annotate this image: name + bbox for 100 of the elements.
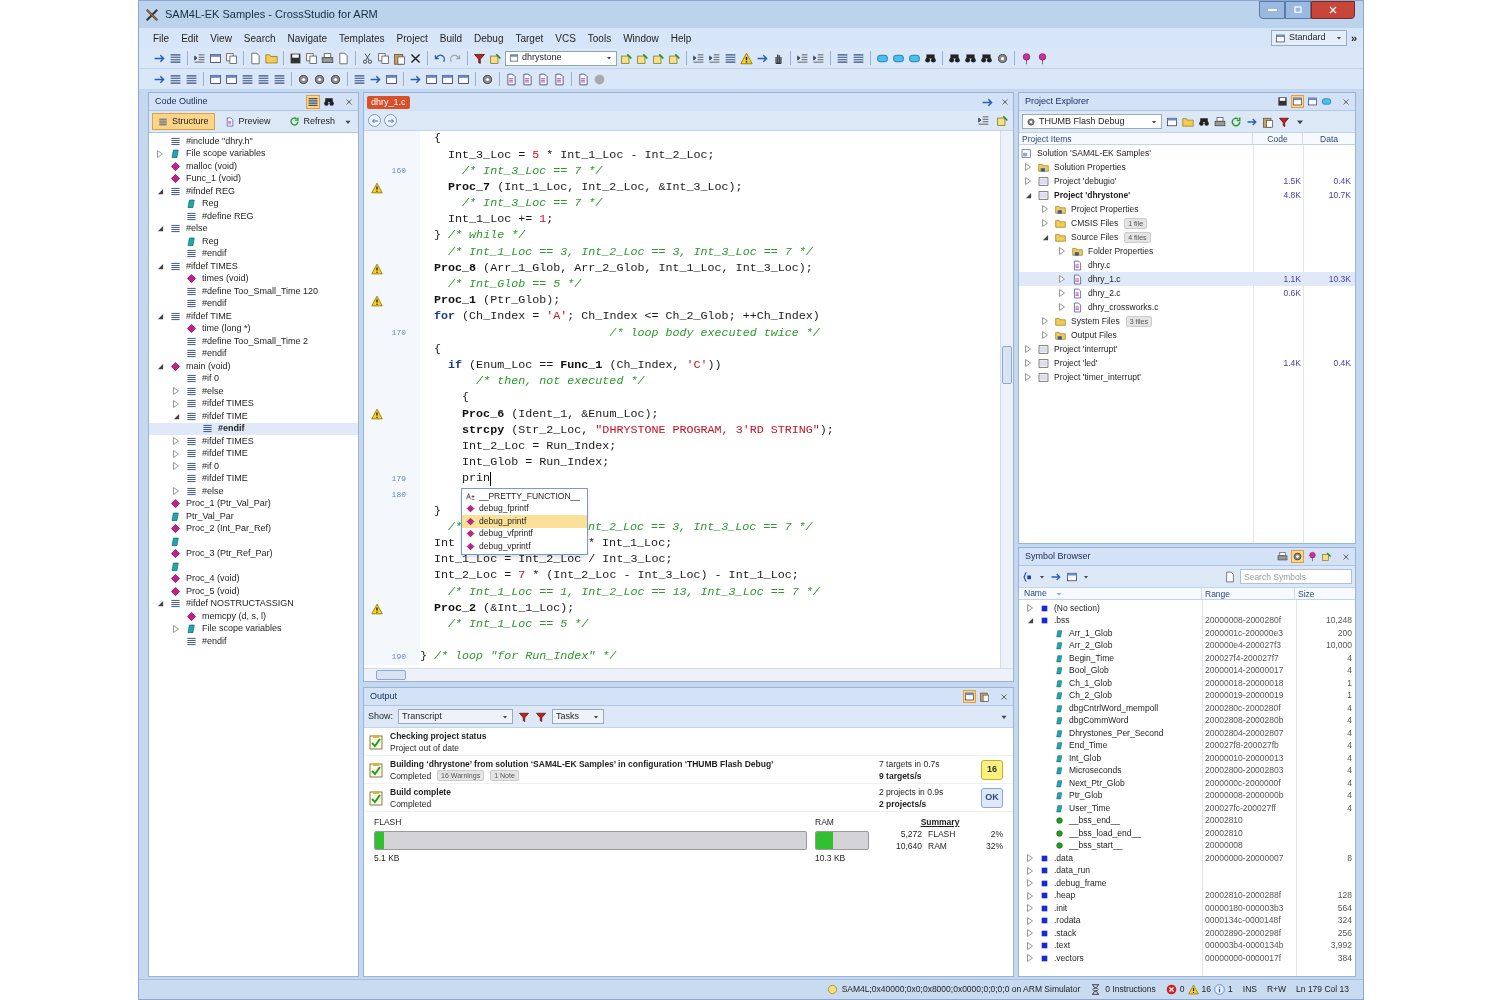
outline-item[interactable]: Reg bbox=[149, 197, 358, 210]
lines-icon[interactable] bbox=[169, 51, 182, 65]
collapsed-arrow-icon[interactable] bbox=[1027, 954, 1033, 963]
menu-item[interactable]: Search bbox=[237, 30, 282, 46]
window-icon[interactable] bbox=[1307, 96, 1318, 107]
outline-item[interactable]: Proc_5 (void) bbox=[149, 585, 358, 598]
collapsed-arrow-icon[interactable] bbox=[1025, 177, 1031, 185]
copy-icon[interactable] bbox=[305, 51, 318, 65]
expanded-arrow-icon[interactable] bbox=[156, 600, 164, 608]
symbol-row[interactable]: Bool_Glob 20000014-20000017 4 bbox=[1019, 664, 1355, 677]
window-icon[interactable] bbox=[209, 72, 222, 86]
menu-item[interactable]: File bbox=[147, 30, 176, 46]
page-icon[interactable] bbox=[577, 72, 590, 86]
binoculars-icon[interactable] bbox=[323, 95, 335, 108]
expanded-arrow-icon[interactable] bbox=[156, 262, 164, 270]
symbol-row[interactable]: Ch_1_Glob 20000018-20000018 1 bbox=[1019, 677, 1355, 690]
symbol-row[interactable]: .text 000003b4-0000134b 3,992 bbox=[1019, 939, 1355, 952]
symbol-row[interactable]: .data_run bbox=[1019, 864, 1355, 877]
collapsed-arrow-icon[interactable] bbox=[1027, 941, 1033, 950]
collapsed-arrow-icon[interactable] bbox=[1027, 929, 1033, 938]
indent-icon[interactable] bbox=[692, 51, 705, 65]
pin-icon[interactable] bbox=[1307, 551, 1318, 562]
menu-item[interactable]: Edit bbox=[175, 30, 205, 46]
expanded-arrow-icon[interactable] bbox=[156, 312, 164, 320]
column-header[interactable]: Project Items bbox=[1019, 133, 1253, 144]
collapsed-arrow-icon[interactable] bbox=[173, 624, 179, 633]
collapsed-arrow-icon[interactable] bbox=[173, 437, 179, 446]
outline-item[interactable]: Proc_4 (void) bbox=[149, 572, 358, 585]
collapsed-arrow-icon[interactable] bbox=[157, 149, 163, 158]
symbol-row[interactable]: .init 00000180-000003b3 564 bbox=[1019, 902, 1355, 915]
print-icon[interactable] bbox=[1214, 115, 1226, 128]
symbol-row[interactable]: Ch_2_Glob 20000019-20000019 1 bbox=[1019, 689, 1355, 702]
outline-item[interactable]: time (long *) bbox=[149, 322, 358, 335]
column-header[interactable]: Range bbox=[1202, 588, 1295, 599]
expanded-arrow-icon[interactable] bbox=[1024, 191, 1032, 199]
filter-icon[interactable] bbox=[473, 51, 486, 65]
lines-icon[interactable] bbox=[724, 51, 737, 65]
completion-item[interactable]: debug_fprintf bbox=[462, 502, 587, 515]
expanded-arrow-icon[interactable] bbox=[1026, 617, 1034, 625]
symbol-row[interactable]: .stack 20002890-2000298f 256 bbox=[1019, 927, 1355, 940]
symbol-row[interactable]: dbgCommWord 20002808-2000280b 4 bbox=[1019, 714, 1355, 727]
project-item[interactable]: Project 'debugio' 1.5K 0.4K bbox=[1019, 174, 1355, 188]
menu-item[interactable]: Navigate bbox=[281, 30, 333, 46]
pin-icon[interactable] bbox=[1036, 51, 1049, 65]
indent-icon[interactable] bbox=[796, 51, 809, 65]
document-item[interactable]: dhry.c bbox=[1019, 258, 1355, 272]
cut-icon[interactable] bbox=[361, 51, 374, 65]
menu-item[interactable]: View bbox=[204, 30, 238, 46]
horizontal-scrollbar[interactable] bbox=[364, 668, 1013, 681]
symbol-row[interactable]: Next_Ptr_Glob 2000000c-2000000f 4 bbox=[1019, 777, 1355, 790]
outline-item[interactable]: #ifdef TIME bbox=[149, 472, 358, 485]
outline-item[interactable]: #endif bbox=[149, 247, 358, 260]
indent-icon[interactable] bbox=[812, 51, 825, 65]
lines-icon[interactable] bbox=[353, 72, 366, 86]
print-icon[interactable] bbox=[321, 51, 334, 65]
symbol-row[interactable]: Microseconds 20002800-20002803 4 bbox=[1019, 764, 1355, 777]
lines-icon[interactable] bbox=[257, 72, 270, 86]
close-icon[interactable] bbox=[344, 96, 354, 107]
menu-item[interactable]: Tools bbox=[581, 30, 618, 46]
outline-item[interactable]: #ifdef TIMES bbox=[149, 260, 358, 273]
outline-item[interactable]: #if 0 bbox=[149, 460, 358, 473]
save-icon[interactable] bbox=[1277, 96, 1288, 107]
menu-item[interactable]: Project bbox=[390, 30, 434, 46]
structure-view-toggle[interactable] bbox=[306, 94, 320, 109]
completion-item[interactable]: debug_vprintf bbox=[462, 540, 587, 553]
warning-icon[interactable] bbox=[740, 51, 753, 65]
outline-item[interactable]: #endif bbox=[149, 635, 358, 648]
refresh-icon[interactable] bbox=[1230, 115, 1242, 128]
binoculars-icon[interactable] bbox=[980, 51, 993, 65]
page-icon[interactable] bbox=[521, 72, 534, 86]
project-item[interactable]: Project 'timer_interrupt' bbox=[1019, 370, 1355, 384]
menu-item[interactable]: Help bbox=[664, 30, 698, 46]
pin-icon[interactable] bbox=[1020, 51, 1033, 65]
symbol-row[interactable]: Int_Glob 20000010-20000013 4 bbox=[1019, 752, 1355, 765]
symbol-row[interactable]: (No section) bbox=[1019, 602, 1355, 615]
save-icon[interactable] bbox=[289, 51, 302, 65]
outline-item[interactable]: #else bbox=[149, 385, 358, 398]
symbol-row[interactable]: Begin_Time 200027f4-200027f7 4 bbox=[1019, 652, 1355, 665]
column-header[interactable]: Size bbox=[1295, 588, 1355, 599]
outline-item[interactable]: Proc_3 (Ptr_Ref_Par) bbox=[149, 547, 358, 560]
collapsed-arrow-icon[interactable] bbox=[1042, 205, 1048, 213]
build-icon[interactable] bbox=[996, 114, 1009, 127]
back-button[interactable] bbox=[368, 114, 381, 127]
lines-icon[interactable] bbox=[273, 72, 286, 86]
properties-item[interactable]: Output Files bbox=[1019, 328, 1355, 342]
clipboard-icon[interactable] bbox=[1262, 115, 1274, 128]
outline-item[interactable]: #define Too_Small_Time 2 bbox=[149, 335, 358, 348]
bookmark-icon[interactable] bbox=[1321, 96, 1332, 107]
outline-item[interactable]: #define Too_Small_Time 120 bbox=[149, 285, 358, 298]
document-item[interactable]: dhry_1.c 1.1K 10.3K bbox=[1019, 272, 1355, 286]
page-icon[interactable] bbox=[553, 72, 566, 86]
collapsed-arrow-icon[interactable] bbox=[1059, 289, 1065, 297]
document-item[interactable]: dhry_crossworks.c bbox=[1019, 300, 1355, 314]
outline-item[interactable]: #endif bbox=[149, 347, 358, 360]
outline-item[interactable]: #else bbox=[149, 222, 358, 235]
gear-icon[interactable] bbox=[297, 72, 310, 86]
window-icon[interactable] bbox=[441, 72, 454, 86]
completion-item[interactable]: __PRETTY_FUNCTION__ bbox=[462, 490, 587, 503]
close-icon[interactable] bbox=[1341, 96, 1351, 107]
window-icon[interactable] bbox=[385, 72, 398, 86]
